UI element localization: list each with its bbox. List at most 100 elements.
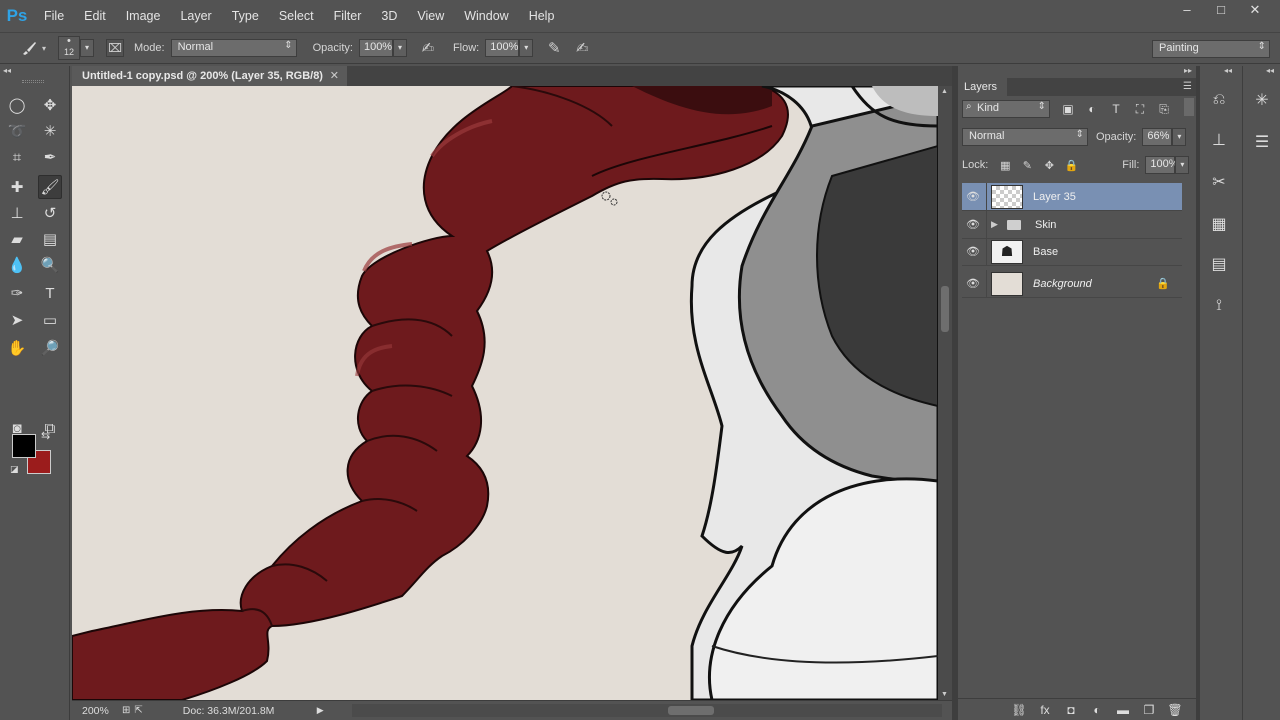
brush-panel-toggle-icon[interactable]: ⌧: [106, 39, 125, 57]
clone-stamp-tool-icon[interactable]: ⊥: [5, 201, 29, 225]
filter-pixel-icon[interactable]: ▣: [1056, 102, 1080, 116]
tool-presets-icon[interactable]: ✂: [1207, 170, 1231, 194]
brush-picker-dropdown-icon[interactable]: ▾: [80, 39, 95, 57]
scroll-up-icon[interactable]: ▲: [941, 88, 948, 95]
opacity-field[interactable]: 100%: [358, 39, 393, 57]
flow-slider-icon[interactable]: ▾: [519, 39, 534, 57]
filter-adjustment-icon[interactable]: ◐: [1080, 102, 1104, 116]
zoom-tool-icon[interactable]: 🔎: [38, 336, 62, 360]
menu-view[interactable]: View: [407, 0, 454, 32]
zoom-level[interactable]: 200%: [72, 705, 118, 717]
fill-slider-icon[interactable]: ▾: [1175, 156, 1190, 174]
mode-select[interactable]: Normal: [170, 39, 297, 57]
minimize-button[interactable]: –: [1170, 0, 1204, 22]
layer-style-icon[interactable]: fx: [1032, 703, 1058, 717]
menu-edit[interactable]: Edit: [74, 0, 116, 32]
blend-mode-select[interactable]: Normal: [962, 128, 1088, 146]
quick-mask-icon[interactable]: ◙: [5, 416, 29, 440]
blur-tool-icon[interactable]: 💧: [5, 253, 29, 277]
lasso-tool-icon[interactable]: ➰: [5, 119, 29, 143]
menu-select[interactable]: Select: [269, 0, 324, 32]
path-selection-tool-icon[interactable]: ➤: [5, 308, 29, 332]
magic-wand-tool-icon[interactable]: ✳: [38, 119, 62, 143]
canvas-vertical-scrollbar[interactable]: ▲ ▼: [938, 86, 952, 700]
close-document-icon[interactable]: ✕: [330, 66, 339, 86]
filter-shape-icon[interactable]: ⛶: [1128, 102, 1152, 117]
type-tool-icon[interactable]: T: [38, 281, 62, 305]
hand-tool-icon[interactable]: ✋: [5, 336, 29, 360]
marquee-tool-icon[interactable]: ◯: [5, 93, 29, 117]
new-group-icon[interactable]: ▬: [1110, 703, 1136, 717]
add-mask-icon[interactable]: ◘: [1058, 703, 1084, 717]
delete-layer-icon[interactable]: 🗑: [1162, 703, 1188, 717]
menu-window[interactable]: Window: [454, 0, 518, 32]
layer-row[interactable]: 👁 Layer 35: [962, 182, 1182, 211]
brush-tool-icon[interactable]: 🖌: [38, 175, 62, 199]
restore-button[interactable]: □: [1204, 0, 1238, 22]
history-brush-tool-icon[interactable]: ↺: [38, 201, 62, 225]
menu-3d[interactable]: 3D: [371, 0, 407, 32]
menu-image[interactable]: Image: [116, 0, 171, 32]
preset-dropdown-icon[interactable]: ▾: [42, 44, 46, 53]
share-icon[interactable]: ⇱: [134, 705, 142, 716]
lock-pixels-icon[interactable]: ✎: [1016, 159, 1038, 172]
layer-opacity-field[interactable]: 66%: [1142, 128, 1173, 146]
flow-field[interactable]: 100%: [485, 39, 520, 57]
visibility-eye-icon[interactable]: 👁: [964, 245, 982, 258]
layer-row[interactable]: 👁 ☗ Base: [962, 237, 1182, 266]
visibility-eye-icon[interactable]: 👁: [964, 218, 982, 231]
layer-row[interactable]: 👁 Background 🔒: [962, 269, 1182, 298]
proof-icon[interactable]: ⊞: [122, 705, 130, 716]
dodge-tool-icon[interactable]: 🔍: [38, 253, 62, 277]
healing-brush-tool-icon[interactable]: ✚: [5, 175, 29, 199]
brush-size-picker[interactable]: 12: [58, 35, 81, 60]
expand-group-icon[interactable]: ▶: [991, 219, 1003, 230]
panel-grip[interactable]: [22, 80, 44, 83]
filter-kind-select[interactable]: ⌕ Kind: [962, 100, 1050, 118]
pressure-size-icon[interactable]: ✍: [571, 37, 593, 59]
canvas[interactable]: [72, 86, 938, 700]
menu-type[interactable]: Type: [222, 0, 269, 32]
layer-group-row[interactable]: 👁 ▶ Skin: [962, 210, 1182, 239]
swatches-panel-icon[interactable]: ▦: [1207, 212, 1231, 236]
document-tab[interactable]: Untitled-1 copy.psd @ 200% (Layer 35, RG…: [72, 66, 347, 86]
menu-layer[interactable]: Layer: [170, 0, 221, 32]
status-menu-icon[interactable]: ▶: [317, 705, 324, 716]
canvas-horizontal-scrollbar[interactable]: [352, 704, 942, 717]
menu-file[interactable]: File: [34, 0, 74, 32]
workspace-select[interactable]: Painting: [1152, 40, 1270, 58]
brush-presets-icon[interactable]: ⟟: [1207, 294, 1231, 318]
move-tool-icon[interactable]: ✥: [38, 93, 62, 117]
filter-type-icon[interactable]: T: [1104, 102, 1128, 116]
dock-collapse-icon[interactable]: ◂◂: [1224, 66, 1232, 75]
rectangle-tool-icon[interactable]: ▭: [38, 308, 62, 332]
vertical-scroll-thumb[interactable]: [941, 286, 949, 332]
color-panel-icon[interactable]: ✳: [1250, 88, 1274, 112]
adjustment-layer-icon[interactable]: ◐: [1084, 703, 1110, 717]
menu-filter[interactable]: Filter: [324, 0, 372, 32]
clone-source-icon[interactable]: ⊥: [1207, 128, 1231, 152]
lock-transparent-icon[interactable]: ▦: [994, 159, 1016, 172]
filter-smart-object-icon[interactable]: ⎘: [1152, 102, 1176, 117]
new-layer-icon[interactable]: ❐: [1136, 703, 1162, 717]
adjustments-panel-icon[interactable]: ☰: [1250, 130, 1274, 154]
airbrush-icon[interactable]: ✎: [543, 37, 565, 59]
link-layers-icon[interactable]: ⛓: [1006, 703, 1032, 717]
navigator-panel-icon[interactable]: ▤: [1207, 252, 1231, 276]
brush-tool-preset-icon[interactable]: [18, 37, 40, 59]
dock-collapse-icon[interactable]: ◂◂: [1266, 66, 1274, 75]
layers-tab[interactable]: Layers: [958, 78, 1008, 96]
gradient-tool-icon[interactable]: ▤: [38, 227, 62, 251]
panel-menu-icon[interactable]: ☰: [1183, 81, 1192, 92]
pen-tool-icon[interactable]: ✑: [5, 281, 29, 305]
scroll-down-icon[interactable]: ▼: [941, 691, 948, 698]
eraser-tool-icon[interactable]: ▰: [5, 227, 29, 251]
visibility-eye-icon[interactable]: 👁: [964, 190, 982, 203]
filter-toggle[interactable]: [1184, 98, 1194, 116]
visibility-eye-icon[interactable]: 👁: [964, 277, 982, 290]
menu-help[interactable]: Help: [519, 0, 565, 32]
layer-opacity-slider-icon[interactable]: ▾: [1172, 128, 1187, 146]
eyedropper-tool-icon[interactable]: ✒: [38, 145, 62, 169]
history-panel-icon[interactable]: ⎌: [1207, 88, 1231, 112]
close-window-button[interactable]: ✕: [1238, 0, 1272, 22]
